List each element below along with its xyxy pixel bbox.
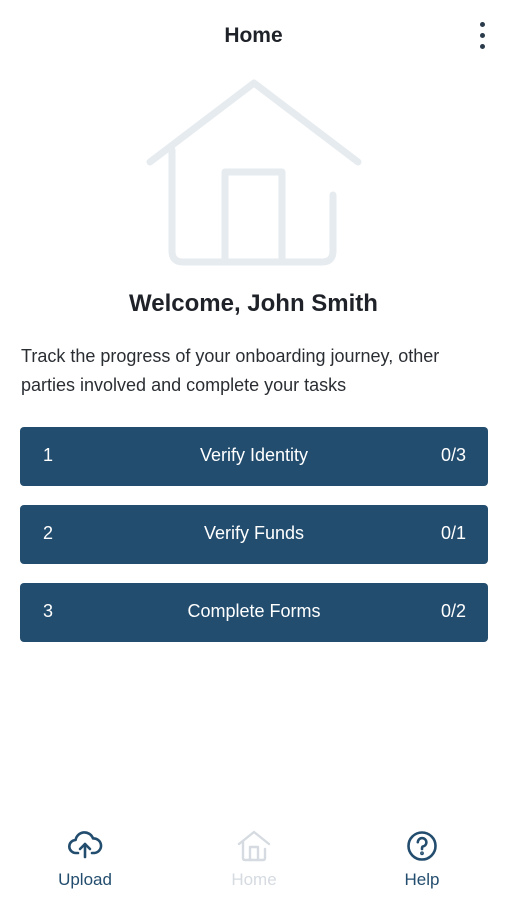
task-complete-forms-button[interactable]: 3 Complete Forms 0/2	[20, 583, 488, 642]
top-app-bar: Home	[0, 0, 507, 74]
task-verify-identity-button[interactable]: 1 Verify Identity 0/3	[20, 427, 488, 486]
menu-dot	[479, 21, 485, 27]
task-progress: 0/3	[440, 445, 466, 465]
nav-home[interactable]: Home	[189, 814, 319, 900]
menu-dot	[479, 43, 485, 49]
welcome-heading: Welcome, John Smith	[129, 290, 378, 317]
nav-upload-label: Upload	[58, 870, 112, 889]
task-verify-funds-button[interactable]: 2 Verify Funds 0/1	[20, 505, 488, 564]
page-title: Home	[224, 24, 283, 47]
intro-text: Track the progress of your onboarding jo…	[21, 346, 440, 395]
cloud-upload-icon	[67, 828, 103, 864]
task-progress: 0/1	[440, 523, 466, 543]
menu-dot	[479, 32, 485, 38]
task-progress: 0/2	[440, 601, 466, 621]
task-label: Complete Forms	[187, 601, 321, 621]
home-icon	[236, 828, 272, 864]
nav-upload[interactable]: Upload	[20, 814, 150, 900]
nav-help[interactable]: Help	[357, 814, 487, 900]
more-vertical-icon[interactable]	[471, 20, 493, 50]
task-list: 1 Verify Identity 0/3 2 Verify Funds 0/1…	[20, 427, 488, 661]
help-circle-icon	[404, 828, 440, 864]
task-label: Verify Funds	[203, 523, 305, 543]
nav-home-label: Home	[231, 870, 277, 889]
task-label: Verify Identity	[199, 445, 309, 465]
house-illustration-icon	[136, 74, 372, 274]
nav-help-label: Help	[404, 870, 440, 889]
home-screen: Home Welcome, John Smith Track the progr…	[0, 0, 507, 900]
bottom-navigation: Upload Home Help	[0, 814, 507, 900]
